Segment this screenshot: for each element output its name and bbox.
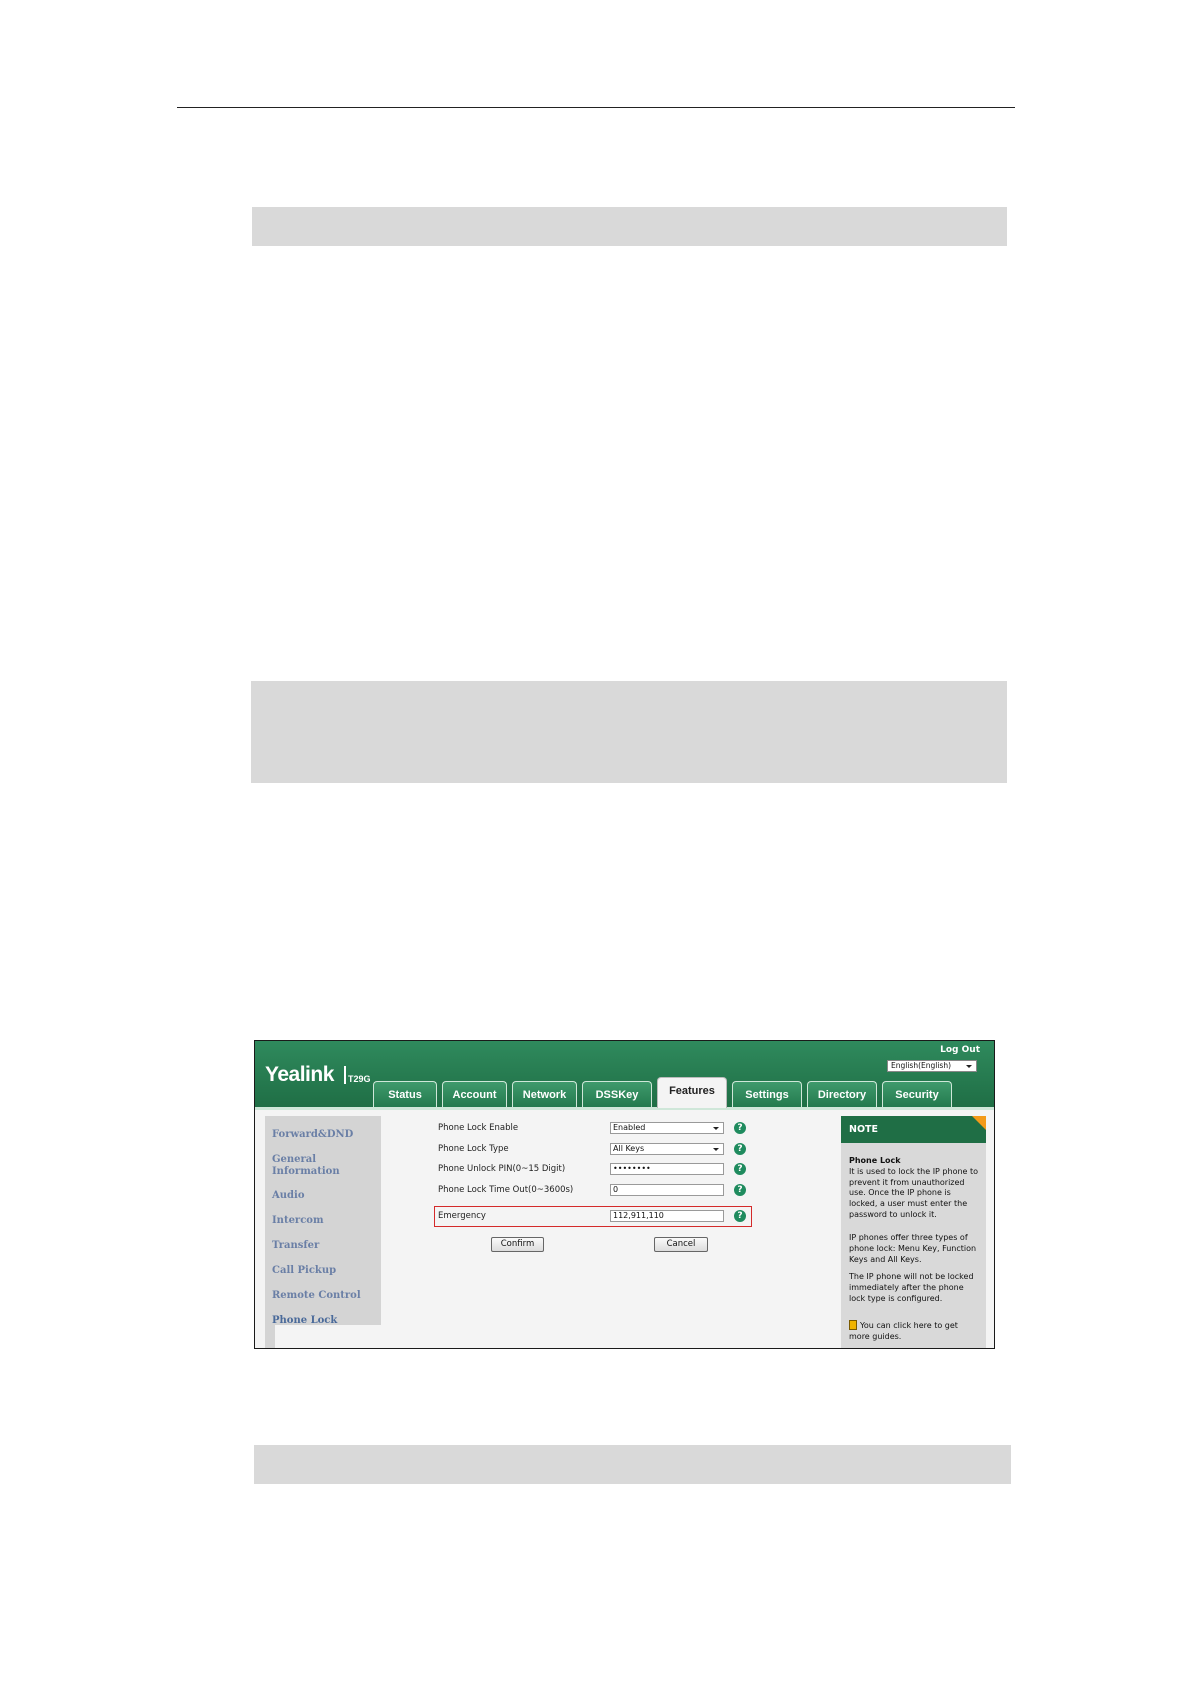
lock-timeout-input[interactable]: 0 <box>610 1184 724 1196</box>
chevron-down-icon <box>713 1148 719 1151</box>
tab-network[interactable]: Network <box>512 1081 577 1107</box>
note-paragraph-4: You can click here to get more guides. <box>849 1321 958 1341</box>
phone-lock-type-value: All Keys <box>613 1144 645 1153</box>
tab-settings[interactable]: Settings <box>732 1081 802 1107</box>
language-select[interactable]: English(English) <box>887 1060 977 1072</box>
tab-security[interactable]: Security <box>882 1081 952 1107</box>
shaded-block-middle <box>251 681 1007 783</box>
sidebar-item-phone-lock[interactable]: Phone Lock <box>272 1315 337 1327</box>
web-ui-screenshot: Yealink T29G Log Out English(English) St… <box>254 1040 995 1349</box>
help-icon[interactable]: ? <box>734 1143 746 1155</box>
tab-features[interactable]: Features <box>657 1077 727 1108</box>
note-panel: NOTE Phone Lock It is used to lock the I… <box>841 1116 986 1348</box>
sidebar-item-call-pickup[interactable]: Call Pickup <box>272 1265 336 1277</box>
phone-lock-enable-value: Enabled <box>613 1123 646 1132</box>
logo-separator <box>344 1066 346 1084</box>
note-heading: Phone Lock <box>849 1156 901 1165</box>
phone-lock-enable-label: Phone Lock Enable <box>438 1123 519 1133</box>
help-icon[interactable]: ? <box>734 1210 746 1222</box>
shaded-block-top <box>252 207 1007 246</box>
language-value: English(English) <box>891 1061 952 1070</box>
chevron-down-icon <box>713 1127 719 1130</box>
tab-status[interactable]: Status <box>373 1081 437 1107</box>
confirm-button[interactable]: Confirm <box>491 1237 544 1252</box>
model-label: T29G <box>348 1074 371 1084</box>
help-icon[interactable]: ? <box>734 1122 746 1134</box>
note-paragraph-1: It is used to lock the IP phone to preve… <box>849 1166 979 1219</box>
phone-lock-type-select[interactable]: All Keys <box>610 1143 724 1155</box>
note-title: NOTE <box>849 1124 878 1135</box>
emergency-label: Emergency <box>438 1211 486 1221</box>
sidebar-item-audio[interactable]: Audio <box>272 1190 305 1202</box>
logout-link[interactable]: Log Out <box>940 1045 980 1055</box>
tab-account[interactable]: Account <box>442 1081 507 1107</box>
chevron-down-icon <box>966 1065 972 1068</box>
help-icon[interactable]: ? <box>734 1184 746 1196</box>
phone-lock-enable-select[interactable]: Enabled <box>610 1122 724 1134</box>
lock-timeout-label: Phone Lock Time Out(0~3600s) <box>438 1185 574 1195</box>
book-icon <box>849 1320 857 1330</box>
cancel-button[interactable]: Cancel <box>654 1237 708 1252</box>
sidebar-item-forward-dnd[interactable]: Forward&DND <box>272 1129 353 1141</box>
sidebar-active-highlight <box>275 1325 381 1348</box>
tab-dsskey[interactable]: DSSKey <box>582 1081 652 1107</box>
note-paragraph-3: The IP phone will not be locked immediat… <box>849 1272 974 1303</box>
note-text-1: Phone Lock It is used to lock the IP pho… <box>849 1156 979 1221</box>
sidebar-item-transfer[interactable]: Transfer <box>272 1240 319 1252</box>
sidebar-item-remote-control[interactable]: Remote Control <box>272 1290 361 1302</box>
unlock-pin-label: Phone Unlock PIN(0~15 Digit) <box>438 1164 566 1174</box>
phone-lock-type-label: Phone Lock Type <box>438 1144 509 1154</box>
note-guide-link[interactable]: You can click here to get more guides. <box>849 1320 979 1343</box>
help-icon[interactable]: ? <box>734 1163 746 1175</box>
unlock-pin-input[interactable]: •••••••• <box>610 1163 724 1175</box>
shaded-block-bottom <box>254 1445 1011 1484</box>
note-paragraph-2: IP phones offer three types of phone loc… <box>849 1233 977 1264</box>
sidebar-item-intercom[interactable]: Intercom <box>272 1215 324 1227</box>
emergency-input[interactable]: 112,911,110 <box>610 1210 724 1222</box>
header-rule <box>177 107 1015 108</box>
tab-directory[interactable]: Directory <box>807 1081 877 1107</box>
note-corner-fold <box>972 1116 986 1130</box>
sidebar-item-general-information[interactable]: General Information <box>272 1154 340 1178</box>
yealink-logo: Yealink <box>265 1063 334 1086</box>
